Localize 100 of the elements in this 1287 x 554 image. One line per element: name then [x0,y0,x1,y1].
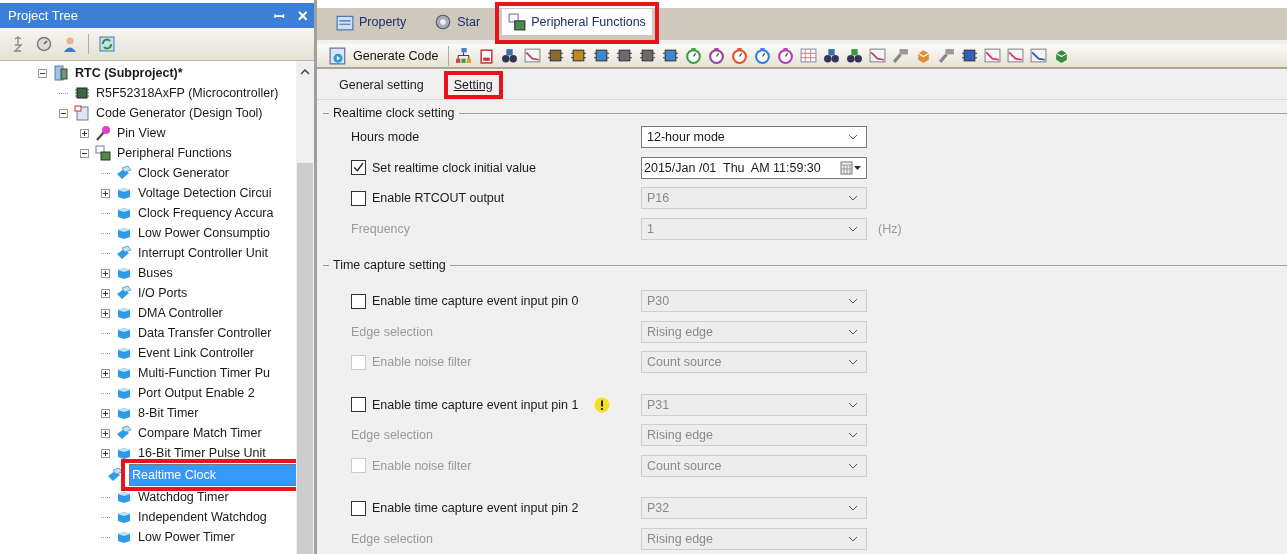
pin-button[interactable]: ꟷ [272,6,288,25]
chip-icon[interactable] [662,47,680,64]
tree-item[interactable]: Independent Watchdog [136,509,269,525]
expander-icon[interactable] [101,368,110,378]
stopwatch-icon[interactable] [685,47,703,64]
tab[interactable]: Star [428,9,487,35]
tree-item[interactable]: Data Transfer Controller [136,325,274,341]
tree-item[interactable]: Pin View [115,125,168,141]
cube-icon [116,205,132,221]
expander-icon[interactable] [80,128,89,138]
expander-icon[interactable] [101,288,110,298]
hierarchy-icon[interactable] [455,47,473,64]
dropdown[interactable]: 12-hour mode [641,126,867,149]
checkbox[interactable] [351,190,366,206]
tree-item[interactable]: Low Power Consumptio [136,225,272,241]
checkbox-label[interactable]: Enable time capture event input pin 2 [372,501,579,516]
chevron-down-icon [848,535,858,542]
tree-item[interactable]: 16-Bit Timer Pulse Unit [136,445,268,461]
tab[interactable]: General setting [337,77,426,93]
checkbox-label[interactable]: Enable time capture event input pin 1 [372,397,579,412]
chevron-down-icon [848,359,858,366]
tree-item[interactable]: Low Power Timer [136,529,237,545]
chevron-down-icon [848,298,858,305]
form-icon [336,13,354,31]
tab[interactable]: Peripheral Functions [502,9,652,35]
chart-icon[interactable] [1007,47,1025,64]
tree-item[interactable]: R5F52318AxFP (Microcontroller) [94,85,281,101]
tilted-cube-icon [116,425,132,441]
expander-icon[interactable] [59,108,68,118]
calendar-dropdown-icon[interactable] [840,160,862,175]
peripheral-icon [508,13,527,31]
tree-item[interactable]: Interrupt Controller Unit [136,245,270,261]
stopwatch-icon[interactable] [708,47,726,64]
scroll-thumb[interactable] [297,163,313,554]
tree-item[interactable]: Peripheral Functions [115,145,234,161]
field-label: Edge selection [351,531,433,546]
cube-icon [116,405,132,421]
tab[interactable]: Property [330,9,413,35]
chip-icon[interactable] [570,47,588,64]
tree-item[interactable]: Multi-Function Timer Pu [136,365,272,381]
expander-icon[interactable] [101,428,110,438]
chip-icon[interactable] [961,47,979,64]
unit-label: (Hz) [878,221,902,236]
chip-icon[interactable] [547,47,565,64]
expander-icon[interactable] [101,408,110,418]
expander-icon[interactable] [80,148,89,158]
tree-item[interactable]: Clock Frequency Accura [136,205,276,221]
tree-item[interactable]: Watchdog Timer [136,489,231,505]
chip-icon[interactable] [593,47,611,64]
peripheral-icon [95,145,111,161]
tree-item[interactable]: Buses [136,265,175,281]
cube-icon [116,185,132,201]
chart-icon[interactable] [869,47,887,64]
close-button[interactable]: × [295,6,310,25]
generate-code-button[interactable]: Generate Code [325,44,443,67]
chip-icon[interactable] [616,47,634,64]
expander-icon[interactable] [38,68,47,78]
expander-icon[interactable] [101,308,110,318]
stopwatch-icon[interactable] [754,47,772,64]
chart-icon[interactable] [984,47,1002,64]
user-icon[interactable] [62,36,78,52]
scroll-up-icon[interactable] [300,69,310,75]
chip-icon [74,85,90,101]
tab[interactable]: Setting [451,77,495,93]
expander-icon[interactable] [101,188,110,198]
tree-item[interactable]: Voltage Detection Circui [136,185,274,201]
cube-icon [116,365,132,381]
clock-icon[interactable] [36,36,52,52]
tree-item[interactable]: DMA Controller [136,305,225,321]
tree-item[interactable]: 8-Bit Timer [136,405,201,421]
checkbox[interactable] [351,160,366,176]
chip-icon[interactable] [639,47,657,64]
tree-item[interactable]: Code Generator (Design Tool) [94,105,265,121]
tree-item[interactable]: Event Link Controller [136,345,257,361]
tree-item[interactable]: Clock Generator [136,165,231,181]
project-icon [53,65,69,81]
checkbox-label[interactable]: Enable RTCOUT output [372,191,505,206]
expander-icon[interactable] [101,448,110,458]
checkbox[interactable] [351,500,366,516]
stopwatch-icon[interactable] [777,47,795,64]
chart-icon[interactable] [1030,47,1048,64]
checkbox[interactable] [351,293,366,309]
chevron-down-icon [848,328,858,335]
chevron-down-icon [848,225,858,232]
chart-icon[interactable] [524,47,542,64]
stopwatch-icon[interactable] [731,47,749,64]
field-label: Frequency [351,221,411,236]
grid-icon[interactable] [800,47,818,64]
tree-item[interactable]: Port Output Enable 2 [136,385,257,401]
checkbox-label[interactable]: Enable time capture event input pin 0 [372,294,579,309]
tilted-cube-icon [107,467,123,483]
tree-item[interactable]: I/O Ports [136,285,190,301]
datetime-field[interactable]: 2015/Jan /01 Thu AM 11:59:30 [641,156,867,179]
expander-icon[interactable] [101,268,110,278]
checkbox[interactable] [351,397,366,413]
scrollbar[interactable] [296,61,314,554]
checkbox-label[interactable]: Set realtime clock initial value [372,160,536,175]
tree-item[interactable]: Compare Match Timer [136,425,264,441]
tree-item[interactable]: RTC (Subproject)* [73,65,185,81]
refresh-icon[interactable] [99,36,115,52]
